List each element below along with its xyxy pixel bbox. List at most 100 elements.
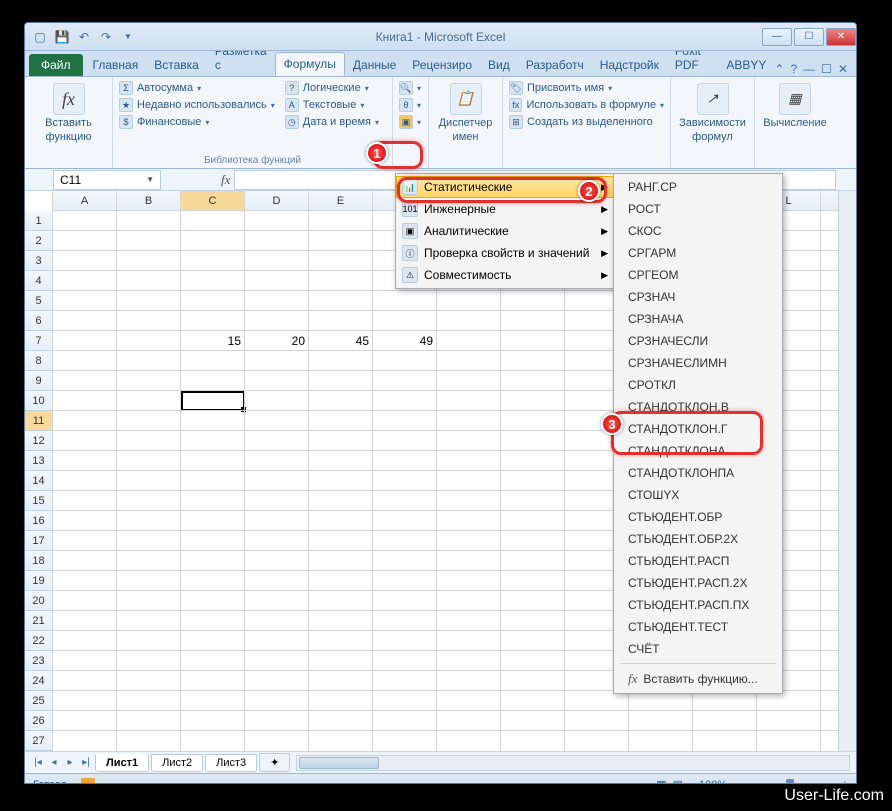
stat-fn-СТАНДОТКЛОНПА[interactable]: СТАНДОТКЛОНПА (614, 462, 782, 484)
fx-label-icon[interactable]: fx (221, 172, 230, 188)
define-name-button[interactable]: 🏷Присвоить имя▾ (509, 81, 664, 95)
row-header-1[interactable]: 1 (25, 211, 53, 231)
sheet-tab-2[interactable]: Лист2 (151, 754, 203, 772)
stat-fn-СРЗНАЧЕСЛИМН[interactable]: СРЗНАЧЕСЛИМН (614, 352, 782, 374)
text-button[interactable]: AТекстовые▾ (285, 98, 379, 112)
logical-button[interactable]: ?Логические▾ (285, 81, 379, 95)
more-functions-button[interactable]: ▣▾ (399, 115, 422, 129)
sheet-tab-1[interactable]: Лист1 (95, 754, 149, 772)
row-header-16[interactable]: 16 (25, 511, 53, 531)
ribbon-minimize-icon[interactable]: ⌃ (774, 62, 784, 76)
stat-fn-СТЬЮДЕНТ.ОБР.2Х[interactable]: СТЬЮДЕНТ.ОБР.2Х (614, 528, 782, 550)
row-header-17[interactable]: 17 (25, 531, 53, 551)
undo-icon[interactable]: ↶ (75, 28, 93, 46)
stat-fn-СРЗНАЧ[interactable]: СРЗНАЧ (614, 286, 782, 308)
cell-E8[interactable]: 45 (309, 331, 373, 351)
stat-fn-СТЬЮДЕНТ.ОБР[interactable]: СТЬЮДЕНТ.ОБР (614, 506, 782, 528)
row-header-9[interactable]: 9 (25, 371, 53, 391)
recently-used-button[interactable]: ★Недавно использовались▾ (119, 98, 275, 112)
tab-review[interactable]: Рецензиро (404, 54, 480, 76)
macro-record-icon[interactable] (81, 778, 95, 785)
tab-view[interactable]: Вид (480, 54, 518, 76)
row-header-4[interactable]: 4 (25, 271, 53, 291)
doc-close-icon[interactable]: ✕ (838, 62, 848, 76)
doc-restore-icon[interactable]: ☐ (821, 62, 832, 76)
horizontal-scrollbar[interactable] (296, 755, 850, 771)
row-header-3[interactable]: 3 (25, 251, 53, 271)
row-header-19[interactable]: 19 (25, 571, 53, 591)
financial-button[interactable]: $Финансовые▾ (119, 115, 275, 129)
help-icon[interactable]: ? (790, 62, 797, 76)
menu-compatibility[interactable]: ⚠Совместимость▶ (396, 264, 614, 286)
insert-function-button[interactable]: fx Вставить функцию (31, 81, 106, 145)
cell-C8[interactable]: 15 (181, 331, 245, 351)
tab-insert[interactable]: Вставка (146, 54, 207, 76)
row-header-15[interactable]: 15 (25, 491, 53, 511)
zoom-in-button[interactable]: + (842, 779, 848, 785)
zoom-out-button[interactable]: − (733, 779, 739, 785)
stat-fn-РОСТ[interactable]: РОСТ (614, 198, 782, 220)
row-header-2[interactable]: 2 (25, 231, 53, 251)
row-header-11[interactable]: 11 (25, 411, 53, 431)
tab-formulas[interactable]: Формулы (275, 52, 345, 76)
stat-fn-СРЗНАЧЕСЛИ[interactable]: СРЗНАЧЕСЛИ (614, 330, 782, 352)
doc-min-icon[interactable]: — (803, 62, 815, 76)
tab-file[interactable]: Файл (29, 54, 83, 76)
row-header-8[interactable]: 8 (25, 351, 53, 371)
stat-fn-СЧЁТ[interactable]: СЧЁТ (614, 638, 782, 660)
save-icon[interactable]: 💾 (53, 28, 71, 46)
name-manager-button[interactable]: 📋 Диспетчер имен (435, 81, 496, 145)
tab-addins[interactable]: Надстройк (592, 54, 667, 76)
stat-fn-СТЬЮДЕНТ.ТЕСТ[interactable]: СТЬЮДЕНТ.ТЕСТ (614, 616, 782, 638)
redo-icon[interactable]: ↷ (97, 28, 115, 46)
view-pagebreak-icon[interactable]: ▫ (689, 779, 693, 785)
maximize-button[interactable]: ☐ (794, 28, 824, 46)
row-header-13[interactable]: 13 (25, 451, 53, 471)
row-header-7[interactable]: 7 (25, 331, 53, 351)
cell-D8[interactable]: 20 (245, 331, 309, 351)
create-from-selection-button[interactable]: ⊞Создать из выделенного (509, 115, 664, 129)
view-layout-icon[interactable]: ▤ (673, 778, 683, 784)
row-header-18[interactable]: 18 (25, 551, 53, 571)
insert-function-menu-item[interactable]: fxВставить функцию... (614, 667, 782, 691)
vertical-scrollbar[interactable] (838, 191, 856, 751)
minimize-button[interactable]: — (762, 28, 792, 46)
new-sheet-button[interactable]: ✦ (259, 753, 290, 772)
menu-statistical[interactable]: 📊Статистические▶ (396, 176, 614, 198)
stat-fn-СКОС[interactable]: СКОС (614, 220, 782, 242)
tab-home[interactable]: Главная (85, 54, 147, 76)
menu-information[interactable]: ⓘПроверка свойств и значений▶ (396, 242, 614, 264)
cell-F8[interactable]: 49 (373, 331, 437, 351)
stat-fn-СТЬЮДЕНТ.РАСП.ПХ[interactable]: СТЬЮДЕНТ.РАСП.ПХ (614, 594, 782, 616)
stat-fn-СТОШYX[interactable]: СТОШYX (614, 484, 782, 506)
stat-fn-СТАНДОТКЛОНА[interactable]: СТАНДОТКЛОНА (614, 440, 782, 462)
stat-fn-СТАНДОТКЛОН.В[interactable]: СТАНДОТКЛОН.В (614, 396, 782, 418)
zoom-slider[interactable] (746, 783, 836, 785)
calculation-button[interactable]: ▦ Вычисление (761, 81, 829, 131)
tab-developer[interactable]: Разработч (518, 54, 592, 76)
sheet-nav[interactable]: |◂◂▸▸| (31, 757, 93, 768)
row-header-21[interactable]: 21 (25, 611, 53, 631)
autosum-button[interactable]: ΣАвтосумма▾ (119, 81, 275, 95)
tab-data[interactable]: Данные (345, 54, 404, 76)
row-header-24[interactable]: 24 (25, 671, 53, 691)
row-header-23[interactable]: 23 (25, 651, 53, 671)
menu-cube[interactable]: ▣Аналитические▶ (396, 220, 614, 242)
qat-dropdown-icon[interactable]: ▼ (119, 28, 137, 46)
lookup-ref-button[interactable]: 🔍▾ (399, 81, 422, 95)
row-header-20[interactable]: 20 (25, 591, 53, 611)
stat-fn-СТЬЮДЕНТ.РАСП[interactable]: СТЬЮДЕНТ.РАСП (614, 550, 782, 572)
date-time-button[interactable]: ◷Дата и время▾ (285, 115, 379, 129)
stat-fn-СРГЕОМ[interactable]: СРГЕОМ (614, 264, 782, 286)
row-header-27[interactable]: 27 (25, 731, 53, 751)
zoom-level[interactable]: 100% (699, 779, 727, 785)
row-header-14[interactable]: 14 (25, 471, 53, 491)
stat-fn-СРГАРМ[interactable]: СРГАРМ (614, 242, 782, 264)
stat-fn-СРЗНАЧА[interactable]: СРЗНАЧА (614, 308, 782, 330)
menu-engineering[interactable]: 101Инженерные▶ (396, 198, 614, 220)
tab-abbyy[interactable]: ABBYY (718, 54, 774, 76)
row-header-22[interactable]: 22 (25, 631, 53, 651)
row-header-26[interactable]: 26 (25, 711, 53, 731)
name-box-dropdown-icon[interactable]: ▼ (146, 175, 154, 184)
formula-auditing-button[interactable]: ↗ Зависимости формул (677, 81, 748, 145)
